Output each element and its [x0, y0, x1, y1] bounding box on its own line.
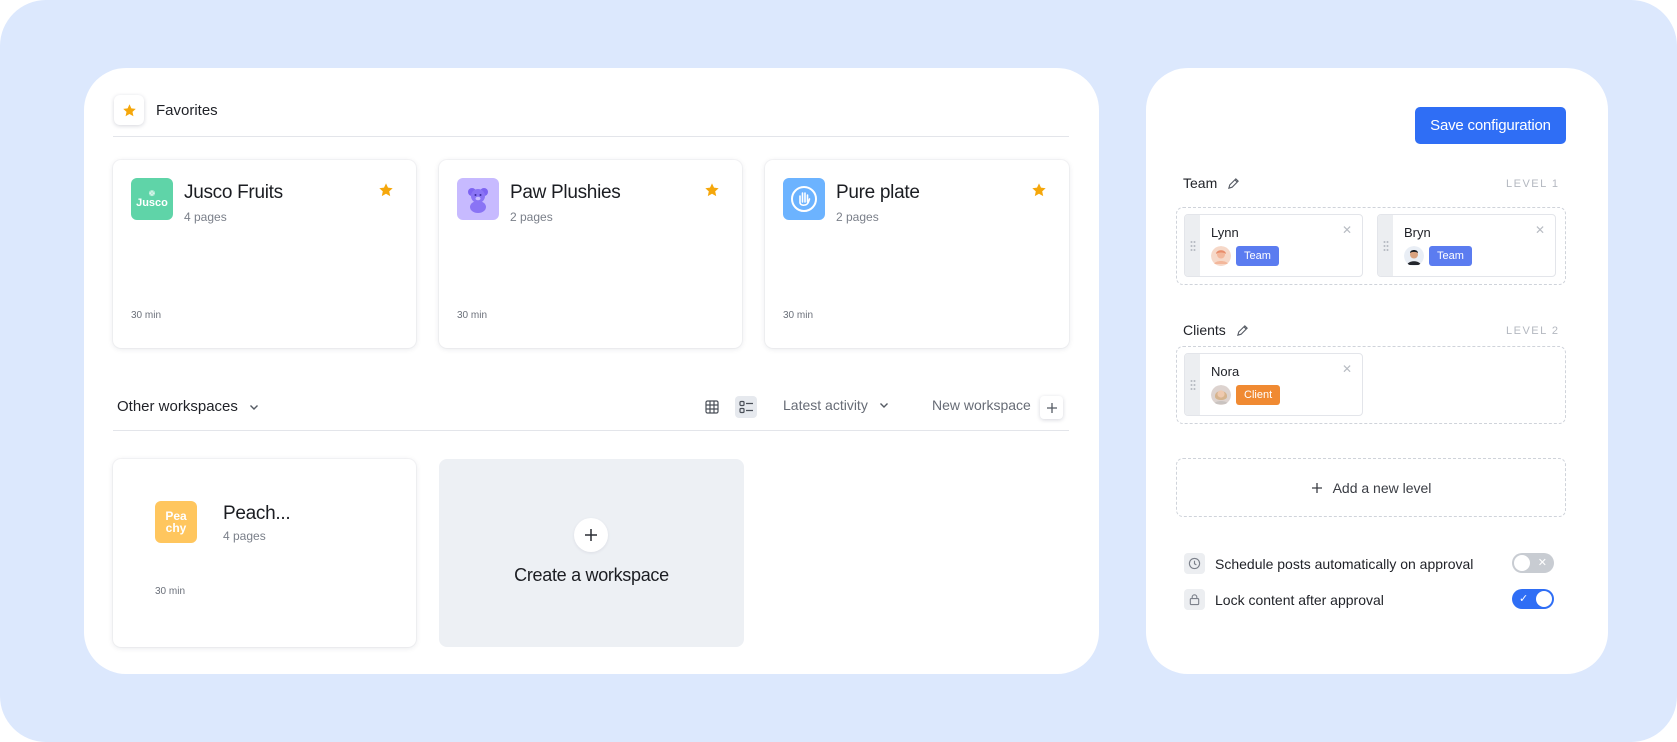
list-view-icon[interactable]	[735, 396, 757, 418]
favorites-title: Favorites	[156, 101, 218, 119]
level-2-header: Clients	[1183, 322, 1249, 338]
grid-view-icon[interactable]	[701, 396, 723, 418]
member-name: Bryn	[1404, 225, 1431, 240]
workspace-pages: 4 pages	[184, 210, 227, 224]
avatar	[1211, 385, 1231, 405]
clock-icon	[1184, 553, 1205, 574]
favorite-card-paw-plushies[interactable]: Paw Plushies 2 pages 30 min	[439, 160, 742, 348]
jusco-logo: ❁ Jusco	[131, 178, 173, 220]
check-icon: ✓	[1519, 593, 1529, 605]
role-badge: Team	[1429, 246, 1472, 266]
schedule-posts-toggle[interactable]: ✕	[1512, 553, 1554, 573]
member-card-bryn[interactable]: Bryn ✕ Team	[1377, 214, 1556, 277]
option-lock-content: Lock content after approval	[1184, 589, 1384, 610]
drag-handle-icon[interactable]	[1185, 215, 1200, 276]
member-card-nora[interactable]: Nora ✕ Client	[1184, 353, 1363, 416]
member-name: Nora	[1211, 364, 1240, 379]
plus-icon	[1311, 482, 1322, 493]
level-name: Team	[1183, 175, 1218, 191]
role-badge: Team	[1236, 246, 1279, 266]
level-tag: LEVEL 2	[1506, 325, 1560, 337]
create-workspace-card[interactable]: Create a workspace	[439, 459, 744, 647]
lock-icon	[1184, 589, 1205, 610]
workspace-name: Peach...	[223, 503, 291, 524]
option-schedule-posts: Schedule posts automatically on approval	[1184, 553, 1473, 574]
level-tag: LEVEL 1	[1506, 178, 1560, 190]
favorite-star-icon[interactable]	[1031, 182, 1047, 203]
add-level-label: Add a new level	[1332, 479, 1432, 496]
workspace-name: Jusco Fruits	[184, 182, 283, 203]
workspace-time: 30 min	[131, 310, 162, 321]
favorite-star-icon[interactable]	[704, 182, 720, 203]
x-icon: ✕	[1537, 557, 1547, 569]
favorites-star-icon	[114, 95, 144, 125]
edit-pencil-icon[interactable]	[1236, 324, 1249, 337]
workspace-card-peachy[interactable]: Pea chy Peach... 4 pages 30 min	[113, 459, 416, 647]
edit-pencil-icon[interactable]	[1227, 177, 1240, 190]
toggle-knob	[1536, 591, 1552, 607]
other-workspaces-title: Other workspaces	[117, 398, 238, 415]
workspace-time: 30 min	[155, 586, 186, 597]
option-label: Schedule posts automatically on approval	[1215, 555, 1474, 572]
other-workspaces-dropdown[interactable]: Other workspaces	[117, 398, 260, 415]
favorite-star-icon[interactable]	[378, 182, 394, 203]
favorite-card-jusco[interactable]: ❁ Jusco Jusco Fruits 4 pages 30 min	[113, 160, 416, 348]
drag-handle-icon[interactable]	[1185, 354, 1200, 415]
workspace-pages: 4 pages	[223, 529, 266, 543]
new-workspace-link[interactable]: New workspace	[932, 397, 1031, 413]
chevron-down-icon	[879, 403, 888, 408]
paw-plushies-logo	[457, 178, 499, 220]
member-card-lynn[interactable]: Lynn ✕ Team	[1184, 214, 1363, 277]
drag-handle-icon[interactable]	[1378, 215, 1393, 276]
workspace-name: Pure plate	[836, 182, 920, 203]
lock-content-toggle[interactable]: ✓	[1512, 589, 1554, 609]
avatar	[1404, 246, 1424, 266]
remove-member-icon[interactable]: ✕	[1342, 362, 1352, 376]
workspace-pages: 2 pages	[836, 210, 879, 224]
level-name: Clients	[1183, 322, 1226, 338]
new-workspace-plus-icon[interactable]	[1040, 396, 1063, 419]
workspace-time: 30 min	[457, 310, 488, 321]
role-badge: Client	[1236, 385, 1281, 405]
create-workspace-label: Create a workspace	[514, 565, 669, 585]
save-configuration-button[interactable]: Save configuration	[1415, 107, 1566, 144]
level-1-header: Team	[1183, 175, 1240, 191]
workspace-time: 30 min	[783, 310, 814, 321]
remove-member-icon[interactable]: ✕	[1342, 223, 1352, 237]
remove-member-icon[interactable]: ✕	[1535, 223, 1545, 237]
sort-dropdown[interactable]: Latest activity	[783, 397, 890, 413]
peachy-logo: Pea chy	[155, 501, 197, 543]
favorites-header: Favorites	[114, 95, 218, 125]
add-level-button[interactable]: Add a new level	[1176, 458, 1566, 517]
chevron-down-icon	[249, 404, 258, 410]
member-name: Lynn	[1211, 225, 1239, 240]
favorites-divider	[113, 136, 1069, 137]
teddy-bear-icon	[468, 188, 488, 213]
avatar	[1211, 246, 1231, 266]
workspaces-divider	[113, 430, 1069, 431]
sort-label: Latest activity	[783, 397, 868, 413]
workspace-name: Paw Plushies	[510, 182, 621, 203]
toggle-knob	[1514, 555, 1530, 571]
workspace-pages: 2 pages	[510, 210, 553, 224]
hand-icon	[791, 186, 817, 212]
option-label: Lock content after approval	[1215, 591, 1384, 608]
favorite-card-pure-plate[interactable]: Pure plate 2 pages 30 min	[765, 160, 1069, 348]
plus-icon	[574, 518, 608, 552]
pure-plate-logo	[783, 178, 825, 220]
